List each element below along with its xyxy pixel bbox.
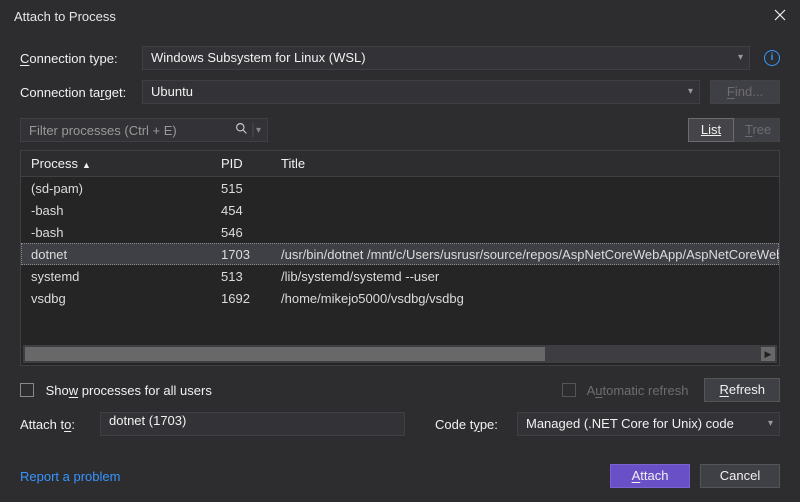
table-row[interactable]: vsdbg1692/home/mikejo5000/vsdbg/vsdbg — [21, 287, 779, 309]
close-icon[interactable] — [774, 9, 788, 23]
chevron-down-icon[interactable]: ▾ — [254, 125, 267, 136]
cell-pid: 513 — [211, 269, 271, 284]
cell-pid: 546 — [211, 225, 271, 240]
window-title: Attach to Process — [14, 9, 116, 24]
table-row[interactable]: dotnet1703/usr/bin/dotnet /mnt/c/Users/u… — [21, 243, 779, 265]
automatic-refresh-label: Automatic refresh — [562, 383, 689, 398]
tree-view-button: Tree — [734, 118, 780, 142]
process-table: Process▲ PID Title (sd-pam)515-bash454-b… — [20, 150, 780, 366]
filter-placeholder: Filter processes (Ctrl + E) — [21, 123, 231, 138]
bottom-bar: Report a problem Attach Cancel — [0, 456, 800, 502]
filter-input[interactable]: Filter processes (Ctrl + E) ▾ — [20, 118, 268, 142]
connection-type-select[interactable]: Windows Subsystem for Linux (WSL) ▾ — [142, 46, 750, 70]
cell-pid: 1703 — [211, 247, 271, 262]
cell-title: /usr/bin/dotnet /mnt/c/Users/usrusr/sour… — [271, 247, 779, 262]
table-body: (sd-pam)515-bash454-bash546dotnet1703/us… — [21, 177, 779, 343]
info-icon[interactable]: i — [764, 50, 780, 66]
cell-process: -bash — [21, 203, 211, 218]
table-row[interactable]: -bash454 — [21, 199, 779, 221]
scroll-right-icon[interactable]: ▶ — [761, 347, 775, 361]
cell-process: -bash — [21, 225, 211, 240]
filter-row: Filter processes (Ctrl + E) ▾ List Tree — [20, 118, 780, 142]
connection-type-row: Connection type: Windows Subsystem for L… — [20, 46, 780, 70]
cell-process: vsdbg — [21, 291, 211, 306]
table-header: Process▲ PID Title — [21, 151, 779, 177]
show-all-users-label[interactable]: Show processes for all users — [20, 383, 212, 398]
cell-pid: 515 — [211, 181, 271, 196]
sort-asc-icon: ▲ — [82, 160, 91, 170]
dialog-content: Connection type: Windows Subsystem for L… — [0, 32, 800, 436]
chevron-down-icon: ▾ — [738, 47, 743, 69]
refresh-button[interactable]: Refresh — [704, 378, 780, 402]
table-row[interactable]: -bash546 — [21, 221, 779, 243]
cell-process: systemd — [21, 269, 211, 284]
code-type-value: Managed (.NET Core for Unix) code — [526, 416, 734, 431]
connection-target-value: Ubuntu — [151, 84, 193, 99]
title-bar: Attach to Process — [0, 0, 800, 32]
table-row[interactable]: (sd-pam)515 — [21, 177, 779, 199]
search-icon[interactable] — [231, 122, 252, 138]
col-process[interactable]: Process▲ — [21, 156, 211, 171]
chevron-down-icon: ▾ — [688, 81, 693, 103]
find-button: Find... — [710, 80, 780, 104]
below-table-row: Show processes for all users Automatic r… — [20, 378, 780, 402]
attach-to-label: Attach to: — [20, 417, 90, 432]
connection-target-row: Connection target: Ubuntu ▾ Find... — [20, 80, 780, 104]
code-type-label: Code type: — [435, 417, 507, 432]
connection-target-select[interactable]: Ubuntu ▾ — [142, 80, 700, 104]
cell-pid: 1692 — [211, 291, 271, 306]
table-row[interactable]: systemd513/lib/systemd/systemd --user — [21, 265, 779, 287]
report-problem-link[interactable]: Report a problem — [20, 469, 120, 484]
cell-process: (sd-pam) — [21, 181, 211, 196]
cancel-button[interactable]: Cancel — [700, 464, 780, 488]
code-type-select[interactable]: Managed (.NET Core for Unix) code ▾ — [517, 412, 780, 436]
horizontal-scrollbar[interactable]: ▶ — [23, 345, 777, 363]
cell-process: dotnet — [21, 247, 211, 262]
cell-title: /home/mikejo5000/vsdbg/vsdbg — [271, 291, 779, 306]
attach-to-row: Attach to: dotnet (1703) Code type: Mana… — [20, 412, 780, 436]
col-pid[interactable]: PID — [211, 156, 271, 171]
attach-to-field[interactable]: dotnet (1703) — [100, 412, 405, 436]
chevron-down-icon: ▾ — [768, 413, 773, 435]
connection-type-value: Windows Subsystem for Linux (WSL) — [151, 50, 366, 65]
show-all-users-checkbox[interactable] — [20, 383, 34, 397]
cell-pid: 454 — [211, 203, 271, 218]
col-title[interactable]: Title — [271, 156, 779, 171]
view-toggle: List Tree — [688, 118, 780, 142]
connection-type-label: Connection type: — [20, 51, 132, 66]
list-view-button[interactable]: List — [688, 118, 734, 142]
connection-target-label: Connection target: — [20, 85, 132, 100]
cell-title: /lib/systemd/systemd --user — [271, 269, 779, 284]
automatic-refresh-checkbox — [562, 383, 576, 397]
attach-button[interactable]: Attach — [610, 464, 690, 488]
scrollbar-thumb[interactable] — [25, 347, 545, 361]
